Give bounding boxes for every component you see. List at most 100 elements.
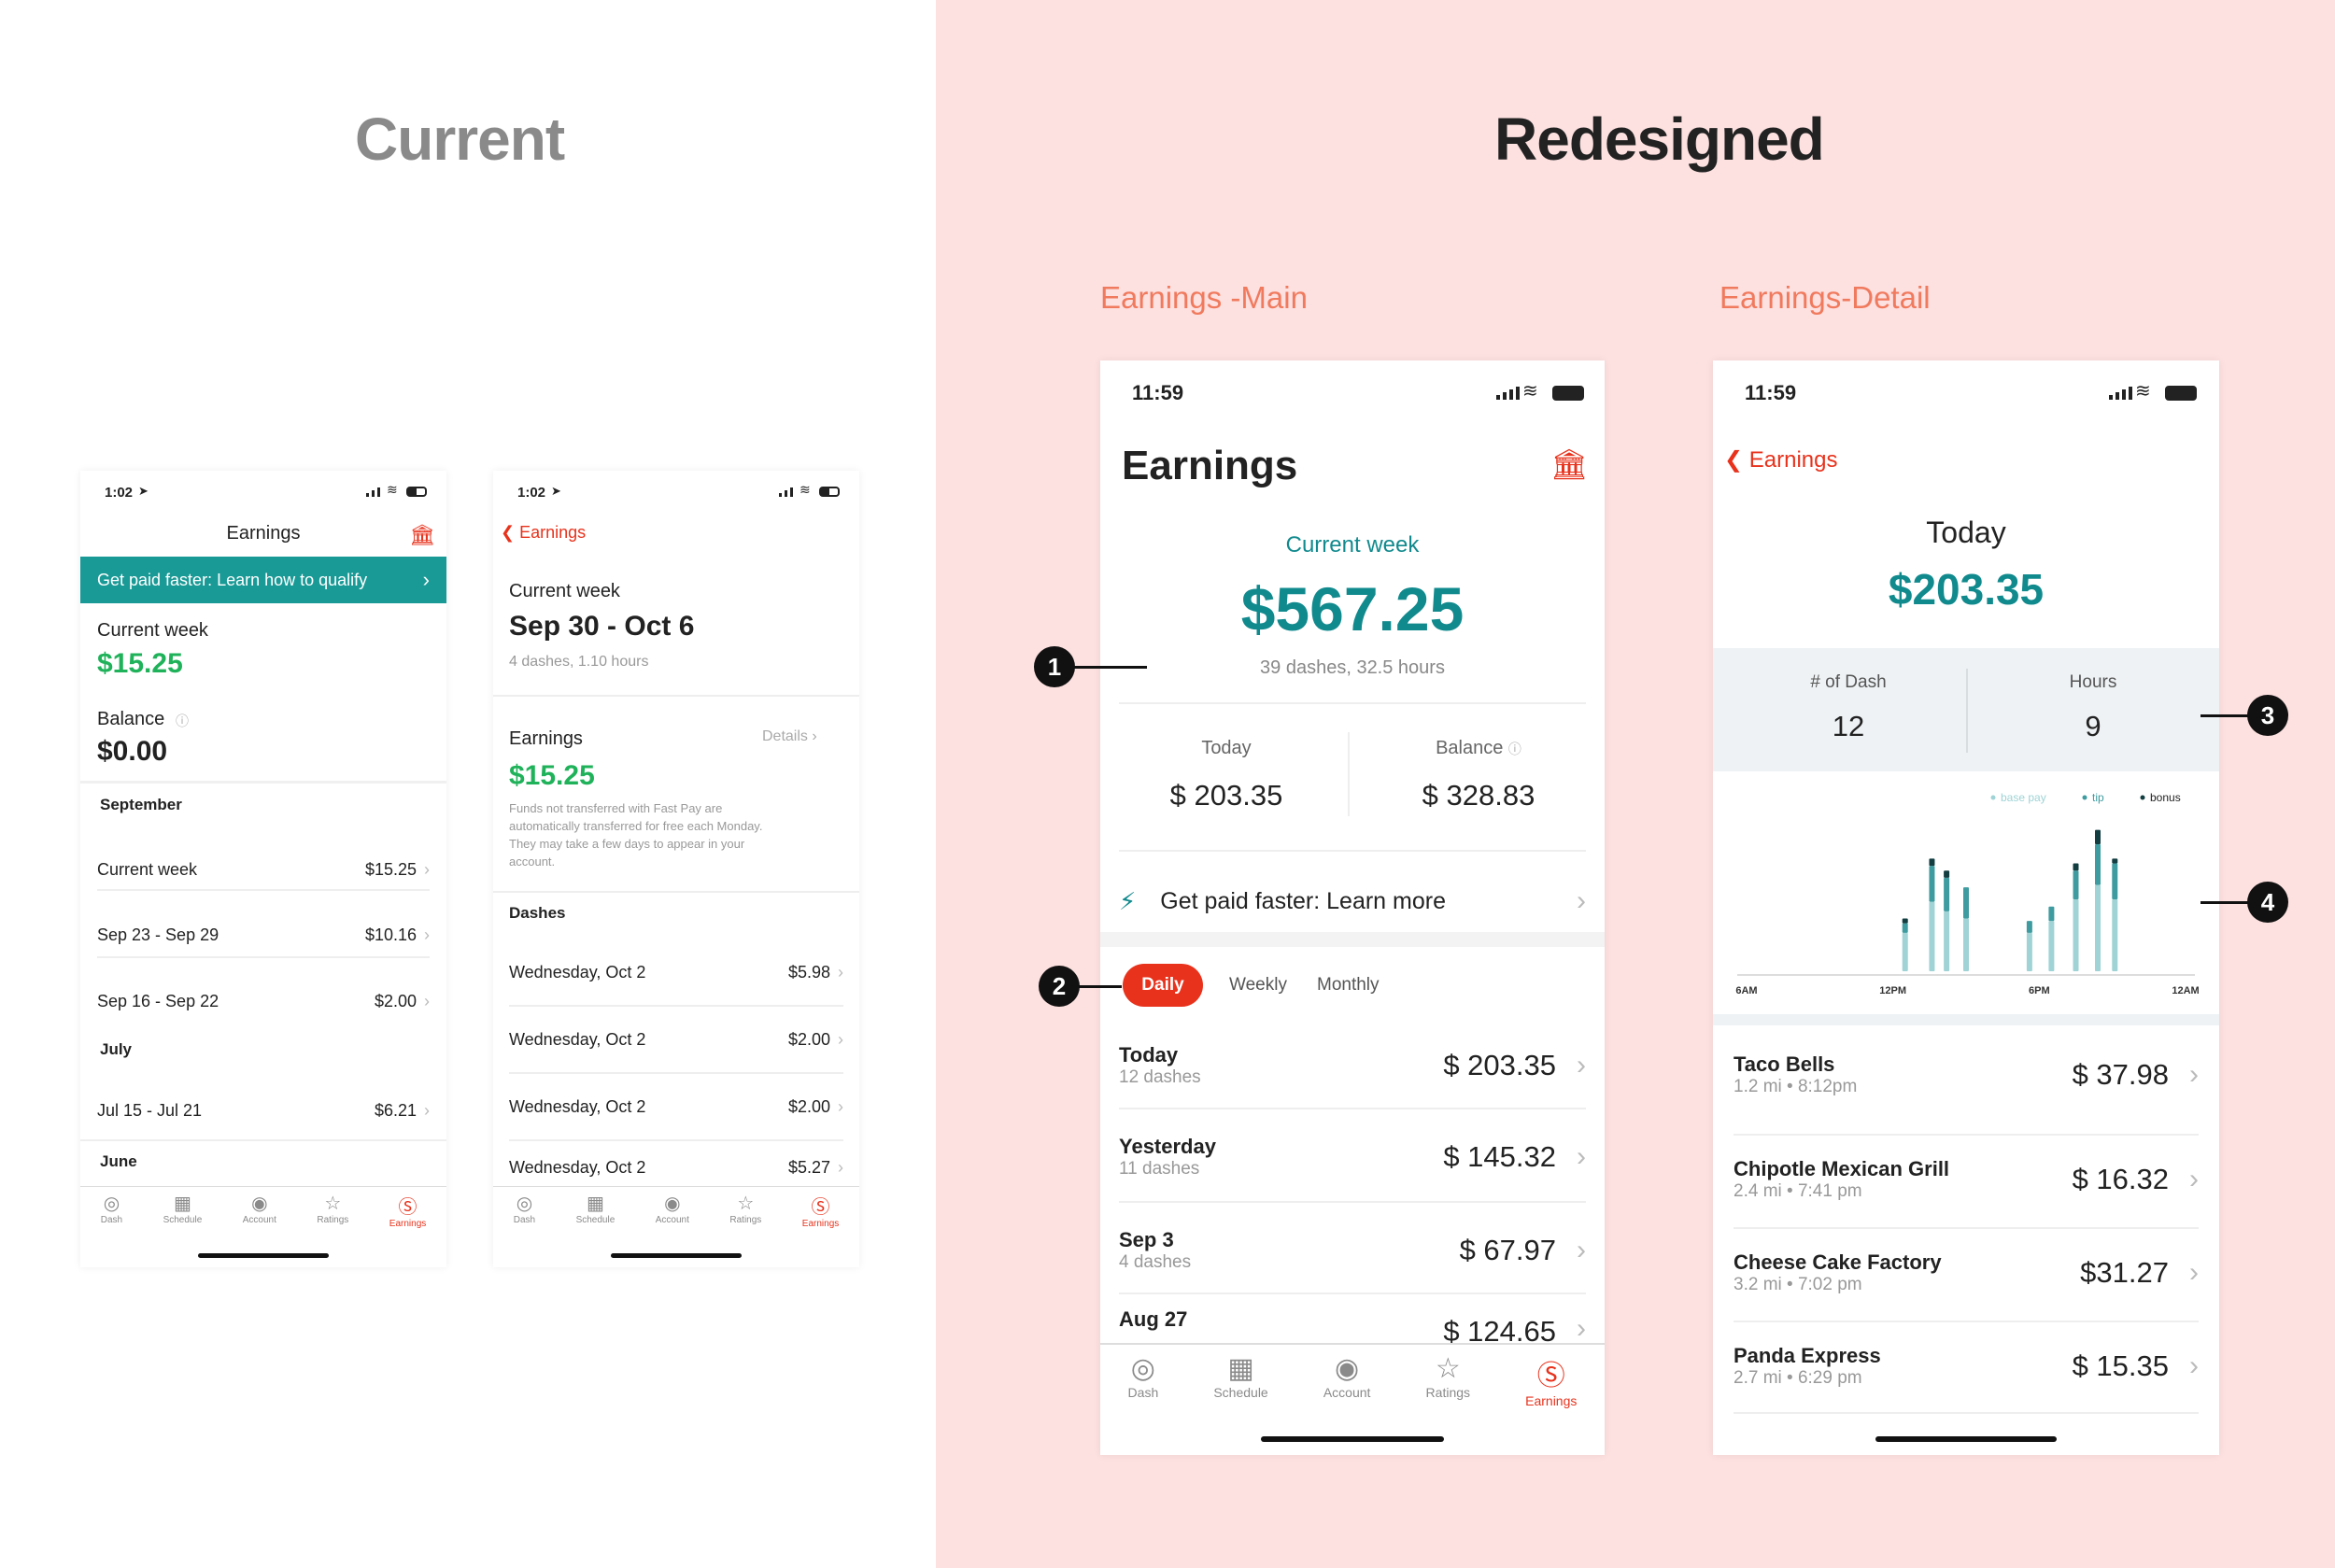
annotation-badge-2: 2	[1039, 966, 1080, 1007]
battery-icon	[819, 487, 840, 497]
bar-segment-tip	[2112, 863, 2118, 899]
tab-ratings[interactable]: ☆ Ratings	[729, 1192, 761, 1225]
week-stats: 4 dashes, 1.10 hours	[509, 654, 649, 670]
week-row[interactable]: Current week $15.25 ›	[80, 837, 446, 902]
tab-earnings[interactable]: Ⓢ Earnings	[802, 1192, 839, 1229]
tab-earnings[interactable]: Ⓢ Earnings	[389, 1192, 426, 1229]
redesigned-earnings-detail: 11:59 ≋ ❮ Earnings Today $203.35 # of Da…	[1713, 360, 2219, 1455]
dollar-icon: Ⓢ	[1536, 1361, 1565, 1391]
bank-icon[interactable]: 🏛	[1550, 446, 1589, 482]
chevron-right-icon: ›	[424, 859, 430, 879]
tab-schedule[interactable]: ▦ Schedule	[576, 1192, 616, 1225]
day-row[interactable]: Yesterday 11 dashes $ 145.32 ›	[1100, 1117, 1605, 1197]
tab-ratings[interactable]: ☆ Ratings	[317, 1192, 348, 1225]
annotation-badge-4: 4	[2247, 882, 2288, 923]
week-range: Sep 30 - Oct 6	[509, 611, 695, 642]
star-icon: ☆	[737, 1194, 755, 1214]
chevron-right-icon: ›	[1577, 1050, 1586, 1081]
order-row[interactable]: Panda Express 2.7 mi • 6:29 pm $ 15.35 ›	[1713, 1326, 2219, 1406]
tab-earnings[interactable]: Ⓢ Earnings	[1525, 1352, 1577, 1408]
week-row[interactable]: Sep 16 - Sep 22 $2.00 ›	[80, 968, 446, 1034]
fast-pay-banner[interactable]: Get paid faster: Learn how to qualify ›	[80, 557, 446, 603]
dash-row[interactable]: Wednesday, Oct 2 $5.98 ›	[493, 939, 859, 1005]
tabbar-divider	[80, 1186, 446, 1187]
legend-dot	[2140, 795, 2145, 800]
info-icon[interactable]: ⓘ	[176, 712, 189, 730]
divider	[97, 889, 430, 891]
dash-row[interactable]: Wednesday, Oct 2 $2.00 ›	[493, 1074, 859, 1139]
fast-pay-text: Get paid faster: Learn more	[1160, 887, 1446, 914]
tab-ratings[interactable]: ☆ Ratings	[1426, 1352, 1470, 1400]
fast-pay-row[interactable]: ⚡ Get paid faster: Learn more ›	[1100, 861, 1605, 941]
chevron-left-icon: ❮	[1724, 447, 1744, 473]
annotation-leader	[2201, 901, 2249, 904]
details-link[interactable]: Details ›	[762, 728, 817, 745]
back-button[interactable]: ❮ Earnings	[501, 523, 586, 543]
divider	[1734, 1321, 2199, 1322]
week-row-label: Jul 15 - Jul 21	[97, 1100, 203, 1120]
battery-icon	[1552, 386, 1584, 401]
bar-segment-tip	[1963, 887, 1969, 919]
account-icon: ◉	[1335, 1353, 1360, 1384]
order-row[interactable]: Chipotle Mexican Grill 2.4 mi • 7:41 pm $…	[1713, 1139, 2219, 1220]
tab-bar: ◎ Dash ▦ Schedule ◉ Account ☆ Ratings Ⓢ Earni…	[80, 1192, 446, 1229]
week-amount: $15.25	[97, 648, 183, 679]
dash-count-label: # of Dash	[1810, 672, 1887, 692]
week-row-label: Current week	[97, 859, 198, 879]
divider	[1119, 1201, 1586, 1203]
bar-segment-tip	[1902, 923, 1908, 933]
week-row[interactable]: Jul 15 - Jul 21 $6.21 ›	[80, 1078, 446, 1143]
bar-segment-base-pay	[2048, 921, 2055, 971]
divider	[1348, 732, 1350, 816]
bar-segment-base-pay	[2026, 932, 2032, 971]
week-row-amount: $6.21	[374, 1100, 417, 1120]
info-icon[interactable]: ⓘ	[1508, 742, 1521, 756]
bar-segment-tip	[2026, 921, 2032, 933]
chevron-right-icon: ›	[2189, 1059, 2199, 1090]
bank-icon[interactable]: 🏛	[409, 523, 435, 547]
tab-account[interactable]: ◉ Account	[656, 1192, 689, 1225]
divider	[1119, 1108, 1586, 1109]
bar-segment-bonus	[1929, 858, 1935, 867]
tab-dash[interactable]: ◎ Dash	[1128, 1352, 1159, 1400]
dash-row[interactable]: Wednesday, Oct 2 $2.00 ›	[493, 1007, 859, 1072]
banner-text: Get paid faster: Learn how to qualify	[97, 570, 368, 589]
chevron-right-icon: ›	[2189, 1164, 2199, 1194]
battery-icon	[406, 487, 427, 497]
chevron-right-icon: ›	[424, 991, 430, 1010]
divider	[1119, 702, 1586, 704]
chevron-right-icon[interactable]: ›	[1577, 885, 1586, 917]
section-gap	[1713, 1014, 2219, 1025]
detail-label: Earnings-Detail	[1719, 280, 1931, 315]
dash-count: 12	[1832, 710, 1865, 742]
x-tick-label: 12PM	[1879, 985, 1906, 996]
current-detail-screen: 1:02 ➤ ≋ ❮ Earnings Current week Sep 30 …	[493, 471, 859, 1267]
balance-amount: $0.00	[97, 736, 168, 767]
order-row[interactable]: Taco Bells 1.2 mi • 8:12pm $ 37.98 ›	[1713, 1035, 2219, 1115]
divider	[80, 1139, 446, 1141]
back-button[interactable]: ❮ Earnings	[1724, 446, 1838, 473]
hourly-earnings-chart: 6AM 12PM 6PM 12AM base pay tip bonus	[1735, 791, 2199, 996]
period-weekly[interactable]: Weekly	[1229, 975, 1287, 996]
star-icon: ☆	[1435, 1353, 1461, 1384]
tab-account[interactable]: ◉ Account	[243, 1192, 276, 1225]
period-monthly[interactable]: Monthly	[1317, 975, 1380, 996]
balance-label: Balance	[97, 709, 165, 729]
day-amount: $203.35	[1888, 565, 2045, 614]
tab-dash[interactable]: ◎ Dash	[514, 1192, 535, 1225]
bar-segment-tip	[2048, 906, 2055, 922]
bar-segment-base-pay	[2073, 899, 2079, 971]
compass-icon: ◎	[1130, 1353, 1155, 1384]
current-earnings-screen: 1:02 ➤ ≋ Earnings 🏛 Get paid faster: Lea…	[80, 471, 446, 1267]
bar-segment-bonus	[2112, 858, 2118, 864]
location-icon: ➤	[138, 484, 149, 498]
day-row[interactable]: Today 12 dashes $ 203.35 ›	[1100, 1025, 1605, 1106]
tab-schedule[interactable]: ▦ Schedule	[163, 1192, 203, 1225]
period-daily[interactable]: Daily	[1123, 964, 1203, 1007]
day-row[interactable]: Sep 34 dashes $ 67.97 ›	[1100, 1210, 1605, 1291]
location-icon: ➤	[551, 484, 561, 498]
tab-account[interactable]: ◉ Account	[1323, 1352, 1371, 1400]
tab-dash[interactable]: ◎ Dash	[101, 1192, 122, 1225]
order-row[interactable]: Cheese Cake Factory 3.2 mi • 7:02 pm $31.…	[1713, 1233, 2219, 1313]
tab-schedule[interactable]: ▦ Schedule	[1213, 1352, 1267, 1400]
